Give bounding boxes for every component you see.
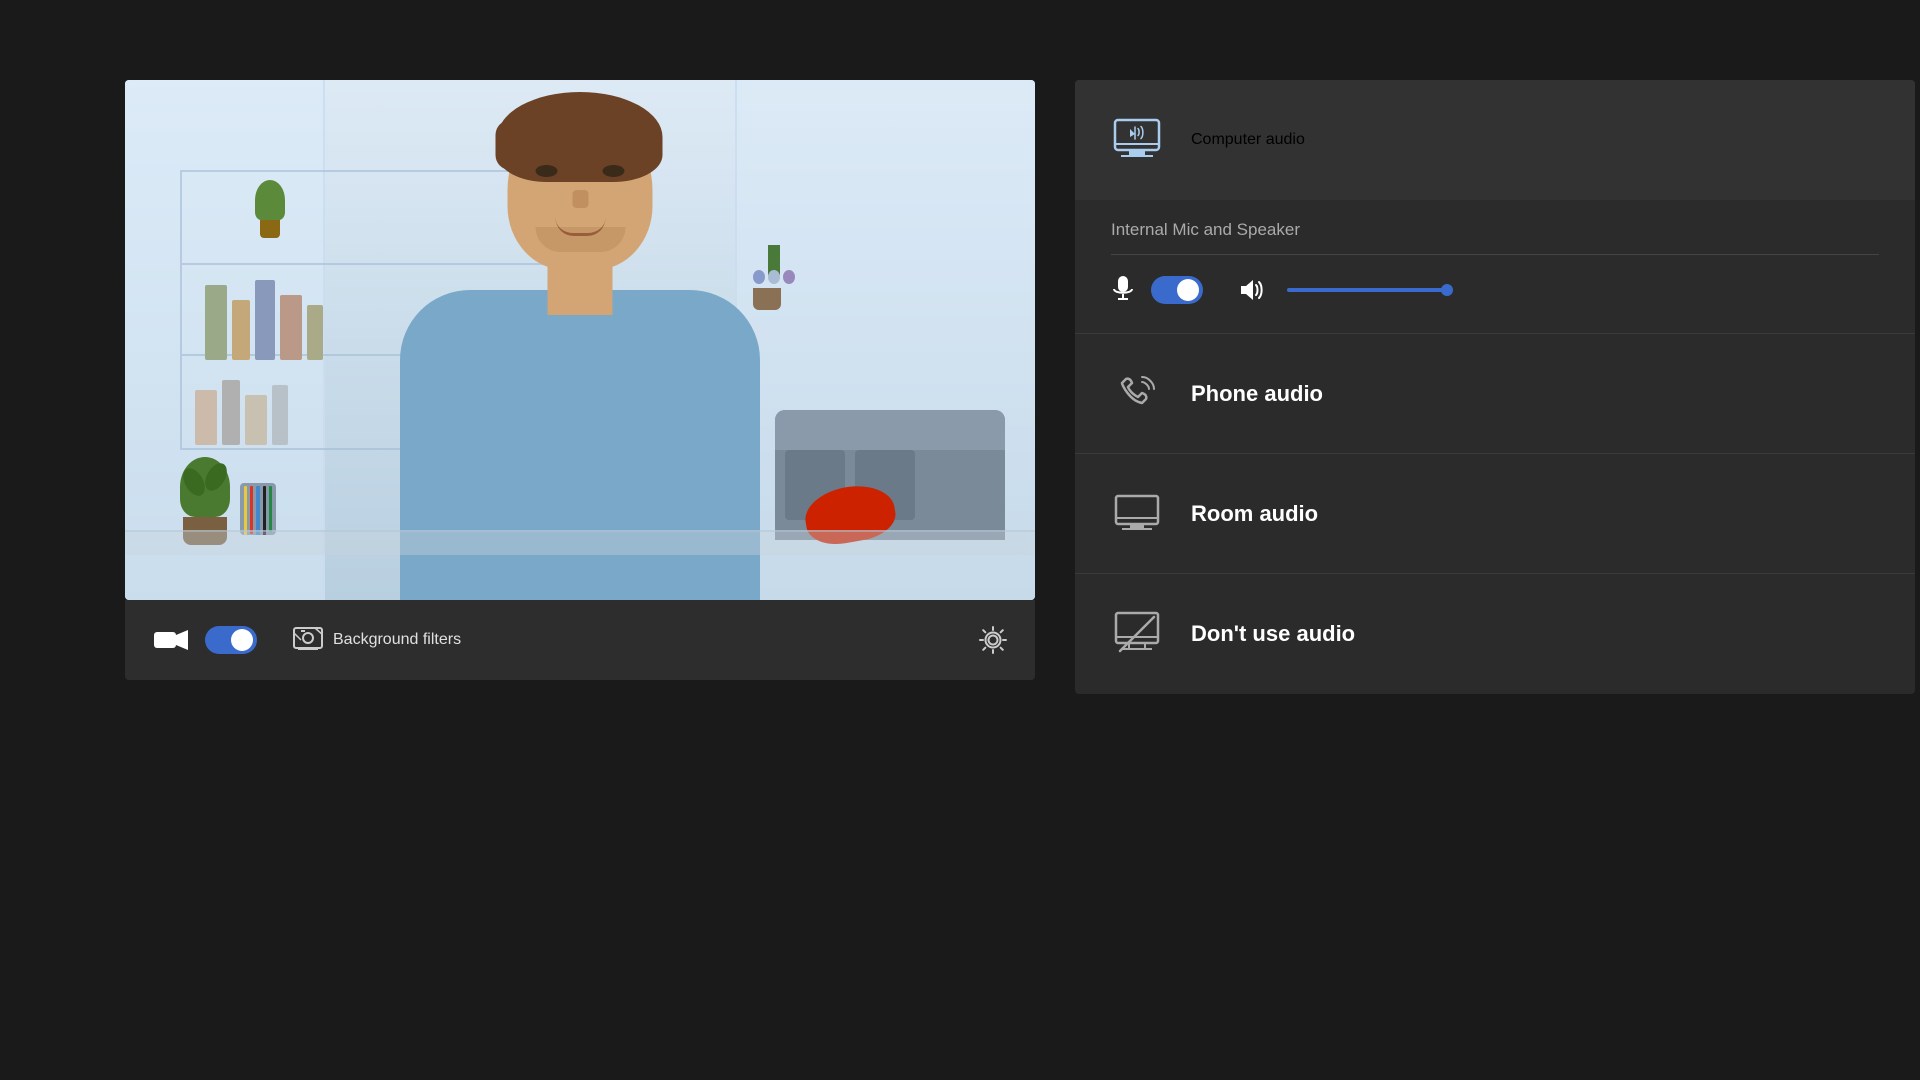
video-area: Background filters: [125, 80, 1035, 680]
phone-audio-label: Phone audio: [1191, 381, 1323, 407]
volume-slider[interactable]: [1287, 288, 1447, 292]
no-audio-option[interactable]: Don't use audio: [1075, 574, 1915, 694]
books-shelf: [205, 280, 323, 360]
bg-filters-label: Background filters: [333, 631, 461, 649]
no-audio-icon: [1111, 608, 1163, 660]
computer-audio-label: Computer audio: [1191, 131, 1305, 149]
computer-audio-icon: [1111, 118, 1163, 162]
plant-icon: [255, 180, 285, 238]
settings-button[interactable]: [979, 626, 1007, 654]
room-audio-icon: [1111, 488, 1163, 540]
computer-audio-section: Computer audio Internal Mic and Speaker: [1075, 80, 1915, 334]
phone-audio-icon: [1111, 368, 1163, 420]
mic-icon: [1111, 275, 1135, 305]
camera-toggle[interactable]: [205, 626, 257, 654]
video-controls-bar: Background filters: [125, 600, 1035, 680]
flowers-icon: [753, 245, 795, 310]
mic-speaker-controls: [1111, 275, 1879, 305]
background-filters-button[interactable]: Background filters: [293, 627, 461, 653]
device-name: Internal Mic and Speaker: [1111, 220, 1879, 240]
computer-audio-detail: Internal Mic and Speaker: [1075, 200, 1915, 333]
computer-audio-option[interactable]: Computer audio: [1075, 80, 1915, 200]
audio-selection-panel: Computer audio Internal Mic and Speaker: [1075, 80, 1915, 694]
no-audio-label: Don't use audio: [1191, 621, 1355, 647]
divider: [1111, 254, 1879, 255]
person-head: [508, 110, 653, 270]
phone-audio-option[interactable]: Phone audio: [1075, 334, 1915, 454]
table-surface: [125, 530, 1035, 555]
mic-toggle[interactable]: [1151, 276, 1203, 304]
speaker-icon: [1237, 278, 1265, 302]
room-audio-label: Room audio: [1191, 501, 1318, 527]
pencil-cup: [240, 483, 276, 535]
books-lower: [195, 380, 288, 445]
camera-icon: [153, 628, 189, 652]
video-frame: [125, 80, 1035, 600]
room-audio-option[interactable]: Room audio: [1075, 454, 1915, 574]
